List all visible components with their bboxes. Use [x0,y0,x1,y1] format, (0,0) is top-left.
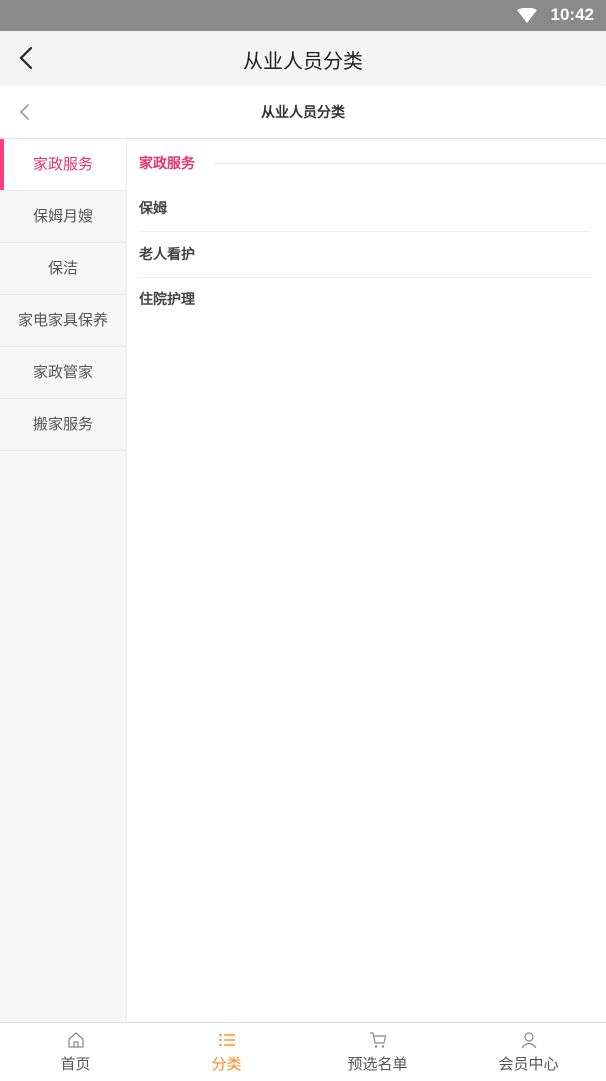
sidebar-item-nanny[interactable]: 保姆月嫂 [0,191,126,243]
list-icon [219,1033,235,1047]
category-content: 家政服务 保姆 老人看护 住院护理 [126,139,606,1022]
sidebar-item-moving[interactable]: 搬家服务 [0,399,126,451]
tab-category[interactable]: 分类 [151,1023,302,1081]
status-time: 10:42 [550,5,594,24]
bottom-tab-bar: 首页 分类 预选名单 会员中心 [0,1022,606,1081]
tab-label: 分类 [211,1055,242,1073]
status-bar: 10:42 [0,0,606,31]
tab-home[interactable]: 首页 [0,1023,151,1081]
tab-label: 会员中心 [498,1055,559,1073]
sidebar-item-appliance-maintenance[interactable]: 家电家具保养 [0,295,126,347]
page-title: 从业人员分类 [243,49,363,73]
section-divider [214,163,606,164]
home-icon [68,1032,84,1048]
wifi-icon [517,8,537,23]
sidebar-item-home-services[interactable]: 家政服务 [0,139,126,191]
app-header: 从业人员分类 [0,31,606,86]
sidebar-item-housekeeper[interactable]: 家政管家 [0,347,126,399]
tab-member-center[interactable]: 会员中心 [453,1023,604,1081]
section-title: 家政服务 [139,156,195,172]
tab-label: 预选名单 [347,1055,408,1073]
sub-header-title: 从业人员分类 [261,105,345,121]
sub-header: 从业人员分类 [0,86,606,139]
subcategory-item-hospital-care[interactable]: 住院护理 [139,278,591,322]
subcategory-item-elderly-care[interactable]: 老人看护 [139,233,591,278]
user-icon [521,1032,537,1049]
subcategory-item-nanny[interactable]: 保姆 [139,187,591,232]
sidebar-item-cleaning[interactable]: 保洁 [0,243,126,295]
tab-shortlist[interactable]: 预选名单 [302,1023,453,1081]
cart-icon [370,1032,387,1048]
category-sidebar: 家政服务 保姆月嫂 保洁 家电家具保养 家政管家 搬家服务 [0,139,127,1022]
tab-label: 首页 [60,1055,91,1073]
section-header: 家政服务 [139,153,606,173]
